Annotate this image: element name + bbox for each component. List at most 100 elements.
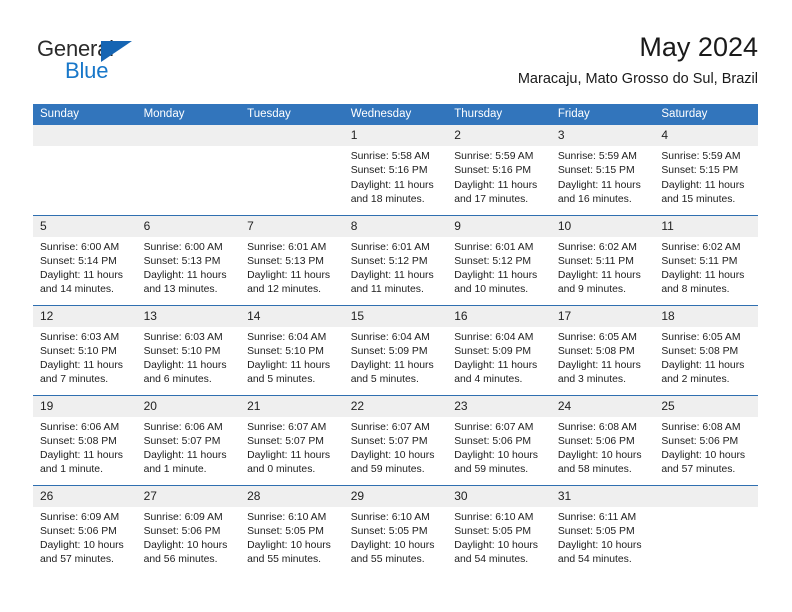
day-sunrise-line: Sunrise: 6:10 AM xyxy=(454,511,534,523)
day-daylight-line: Daylight: 10 hours xyxy=(247,540,331,552)
weekday-header-wednesday: Wednesday xyxy=(343,104,448,125)
calendar-day-cell[interactable]: 24 Sunrise: 6:08 AM Sunset: 5:06 PM Dayligh… xyxy=(550,394,655,485)
calendar-day-cell[interactable]: 26 Sunrise: 6:09 AM Sunset: 5:06 PM Dayligh… xyxy=(33,484,137,575)
day-number: 12 xyxy=(33,305,137,327)
day-sun-info: Sunrise: 5:58 AM Sunset: 5:16 PM Daylight:… xyxy=(344,146,448,207)
logo-text-blue: Blue xyxy=(65,58,109,83)
calendar-header-row: Sunday Monday Tuesday Wednesday Thursday… xyxy=(33,104,758,125)
day-daylight-line: Daylight: 11 hours xyxy=(350,270,434,282)
day-sunset-line: Sunset: 5:13 PM xyxy=(247,255,324,267)
weekday-header-saturday: Saturday xyxy=(654,104,758,125)
calendar-day-cell[interactable]: 2 Sunrise: 5:59 AM Sunset: 5:16 PM Daylight… xyxy=(447,125,551,215)
day-daylight-line: and 0 minutes. xyxy=(247,464,316,476)
calendar-day-cell[interactable]: 6 Sunrise: 6:00 AM Sunset: 5:13 PM Daylight… xyxy=(136,214,241,305)
calendar-day-cell[interactable]: 10 Sunrise: 6:02 AM Sunset: 5:11 PM Dayligh… xyxy=(550,214,655,305)
day-daylight-line: Daylight: 11 hours xyxy=(247,270,331,282)
calendar-day-cell[interactable]: 9 Sunrise: 6:01 AM Sunset: 5:12 PM Daylight… xyxy=(447,214,551,305)
day-sunrise-line: Sunrise: 6:04 AM xyxy=(247,331,327,343)
day-sunset-line: Sunset: 5:06 PM xyxy=(143,525,221,537)
day-number xyxy=(240,125,344,146)
calendar-day-cell[interactable]: 1 Sunrise: 5:58 AM Sunset: 5:16 PM Daylight… xyxy=(343,125,448,215)
day-sun-info: Sunrise: 5:59 AM Sunset: 5:15 PM Daylight:… xyxy=(654,146,758,207)
day-sunset-line: Sunset: 5:08 PM xyxy=(557,345,635,357)
calendar-day-cell[interactable]: 31 Sunrise: 6:11 AM Sunset: 5:05 PM Dayligh… xyxy=(550,484,655,575)
day-daylight-line: Daylight: 10 hours xyxy=(350,450,435,462)
day-daylight-line: and 55 minutes. xyxy=(247,554,322,566)
calendar-day-cell[interactable]: 5 Sunrise: 6:00 AM Sunset: 5:14 PM Daylight… xyxy=(33,214,137,305)
day-sunset-line: Sunset: 5:15 PM xyxy=(557,165,635,177)
day-daylight-line: Daylight: 11 hours xyxy=(454,179,538,191)
calendar-day-cell[interactable]: 20 Sunrise: 6:06 AM Sunset: 5:07 PM Dayligh… xyxy=(136,394,241,485)
calendar-day-cell[interactable]: 27 Sunrise: 6:09 AM Sunset: 5:06 PM Dayligh… xyxy=(136,484,241,575)
calendar-day-cell[interactable]: 8 Sunrise: 6:01 AM Sunset: 5:12 PM Daylight… xyxy=(343,214,448,305)
day-daylight-line: and 2 minutes. xyxy=(661,374,730,386)
calendar-day-cell[interactable]: 30 Sunrise: 6:10 AM Sunset: 5:05 PM Dayligh… xyxy=(447,484,551,575)
calendar-day-cell[interactable]: 12 Sunrise: 6:03 AM Sunset: 5:10 PM Dayligh… xyxy=(33,304,137,395)
day-sunset-line: Sunset: 5:10 PM xyxy=(143,345,221,357)
day-sunset-line: Sunset: 5:06 PM xyxy=(661,435,739,447)
day-sun-info: Sunrise: 6:03 AM Sunset: 5:10 PM Daylight:… xyxy=(33,327,137,388)
day-sun-info: Sunrise: 6:04 AM Sunset: 5:09 PM Daylight:… xyxy=(447,327,551,388)
day-sunrise-line: Sunrise: 6:00 AM xyxy=(143,241,223,253)
day-daylight-line: Daylight: 10 hours xyxy=(143,540,228,552)
day-number: 10 xyxy=(550,215,655,237)
weekday-header-friday: Friday xyxy=(550,104,655,125)
day-daylight-line: Daylight: 10 hours xyxy=(350,540,435,552)
calendar-day-cell[interactable]: 21 Sunrise: 6:07 AM Sunset: 5:07 PM Dayligh… xyxy=(240,394,344,485)
calendar-day-cell[interactable]: 25 Sunrise: 6:08 AM Sunset: 5:06 PM Dayligh… xyxy=(654,394,758,485)
page-subtitle: Maracaju, Mato Grosso do Sul, Brazil xyxy=(517,71,758,87)
day-sunrise-line: Sunrise: 6:10 AM xyxy=(350,511,430,523)
day-sunrise-line: Sunrise: 6:10 AM xyxy=(247,511,327,523)
calendar-day-cell[interactable]: 29 Sunrise: 6:10 AM Sunset: 5:05 PM Dayligh… xyxy=(343,484,448,575)
day-sunrise-line: Sunrise: 6:08 AM xyxy=(661,421,741,433)
day-number: 13 xyxy=(136,305,241,327)
day-number: 20 xyxy=(136,395,241,417)
calendar-week-row: 26 Sunrise: 6:09 AM Sunset: 5:06 PM Dayligh… xyxy=(33,484,758,575)
day-daylight-line: and 57 minutes. xyxy=(661,464,736,476)
day-daylight-line: and 17 minutes. xyxy=(454,193,529,205)
day-number: 9 xyxy=(447,215,551,237)
day-sun-info xyxy=(654,507,758,511)
day-sun-info: Sunrise: 6:10 AM Sunset: 5:05 PM Daylight:… xyxy=(447,507,551,568)
title-block: May 2024 Maracaju, Mato Grosso do Sul, B… xyxy=(518,30,758,90)
calendar-day-cell-empty xyxy=(240,125,344,215)
calendar-day-cell[interactable]: 4 Sunrise: 5:59 AM Sunset: 5:15 PM Daylight… xyxy=(654,125,758,215)
calendar-day-cell[interactable]: 14 Sunrise: 6:04 AM Sunset: 5:10 PM Dayligh… xyxy=(240,304,344,395)
day-daylight-line: Daylight: 10 hours xyxy=(557,540,642,552)
day-sun-info: Sunrise: 6:02 AM Sunset: 5:11 PM Daylight:… xyxy=(551,237,655,298)
day-daylight-line: Daylight: 10 hours xyxy=(454,540,538,552)
day-sun-info: Sunrise: 6:07 AM Sunset: 5:07 PM Daylight:… xyxy=(240,417,344,478)
day-sunrise-line: Sunrise: 5:59 AM xyxy=(557,151,637,162)
day-daylight-line: Daylight: 11 hours xyxy=(40,360,123,372)
generalblue-logo[interactable]: General Blue xyxy=(37,38,177,90)
calendar-day-cell[interactable]: 18 Sunrise: 6:05 AM Sunset: 5:08 PM Dayligh… xyxy=(654,304,758,395)
day-daylight-line: and 11 minutes. xyxy=(350,284,424,296)
day-number: 7 xyxy=(240,215,344,237)
weekday-header-thursday: Thursday xyxy=(447,104,551,125)
day-sun-info: Sunrise: 6:10 AM Sunset: 5:05 PM Daylight:… xyxy=(344,507,448,568)
calendar-day-cell[interactable]: 11 Sunrise: 6:02 AM Sunset: 5:11 PM Dayligh… xyxy=(654,214,758,305)
calendar-day-cell[interactable]: 7 Sunrise: 6:01 AM Sunset: 5:13 PM Daylight… xyxy=(240,214,344,305)
day-sunset-line: Sunset: 5:05 PM xyxy=(247,525,324,537)
calendar-day-cell[interactable]: 23 Sunrise: 6:07 AM Sunset: 5:06 PM Dayligh… xyxy=(447,394,551,485)
calendar-day-cell[interactable]: 17 Sunrise: 6:05 AM Sunset: 5:08 PM Dayligh… xyxy=(550,304,655,395)
calendar-day-cell[interactable]: 15 Sunrise: 6:04 AM Sunset: 5:09 PM Dayligh… xyxy=(343,304,448,395)
day-number: 21 xyxy=(240,395,344,417)
calendar-day-cell[interactable]: 19 Sunrise: 6:06 AM Sunset: 5:08 PM Dayligh… xyxy=(33,394,137,485)
calendar-day-cell[interactable]: 22 Sunrise: 6:07 AM Sunset: 5:07 PM Dayligh… xyxy=(343,394,448,485)
day-daylight-line: and 4 minutes. xyxy=(454,374,523,386)
calendar-day-cell[interactable]: 28 Sunrise: 6:10 AM Sunset: 5:05 PM Dayligh… xyxy=(240,484,344,575)
day-sunrise-line: Sunrise: 6:06 AM xyxy=(143,421,223,433)
calendar-day-cell[interactable]: 16 Sunrise: 6:04 AM Sunset: 5:09 PM Dayligh… xyxy=(447,304,551,395)
calendar-day-cell[interactable]: 13 Sunrise: 6:03 AM Sunset: 5:10 PM Dayligh… xyxy=(136,304,241,395)
day-number: 23 xyxy=(447,395,551,417)
day-sunset-line: Sunset: 5:10 PM xyxy=(247,345,324,357)
day-number: 25 xyxy=(654,395,758,417)
day-number: 1 xyxy=(343,125,448,146)
day-daylight-line: Daylight: 11 hours xyxy=(247,450,331,462)
day-sun-info: Sunrise: 6:03 AM Sunset: 5:10 PM Daylight:… xyxy=(137,327,241,388)
day-daylight-line: and 12 minutes. xyxy=(247,284,322,296)
day-sun-info: Sunrise: 6:08 AM Sunset: 5:06 PM Daylight:… xyxy=(654,417,758,478)
calendar-day-cell[interactable]: 3 Sunrise: 5:59 AM Sunset: 5:15 PM Daylight… xyxy=(550,125,655,215)
day-sun-info: Sunrise: 6:05 AM Sunset: 5:08 PM Daylight:… xyxy=(654,327,758,388)
